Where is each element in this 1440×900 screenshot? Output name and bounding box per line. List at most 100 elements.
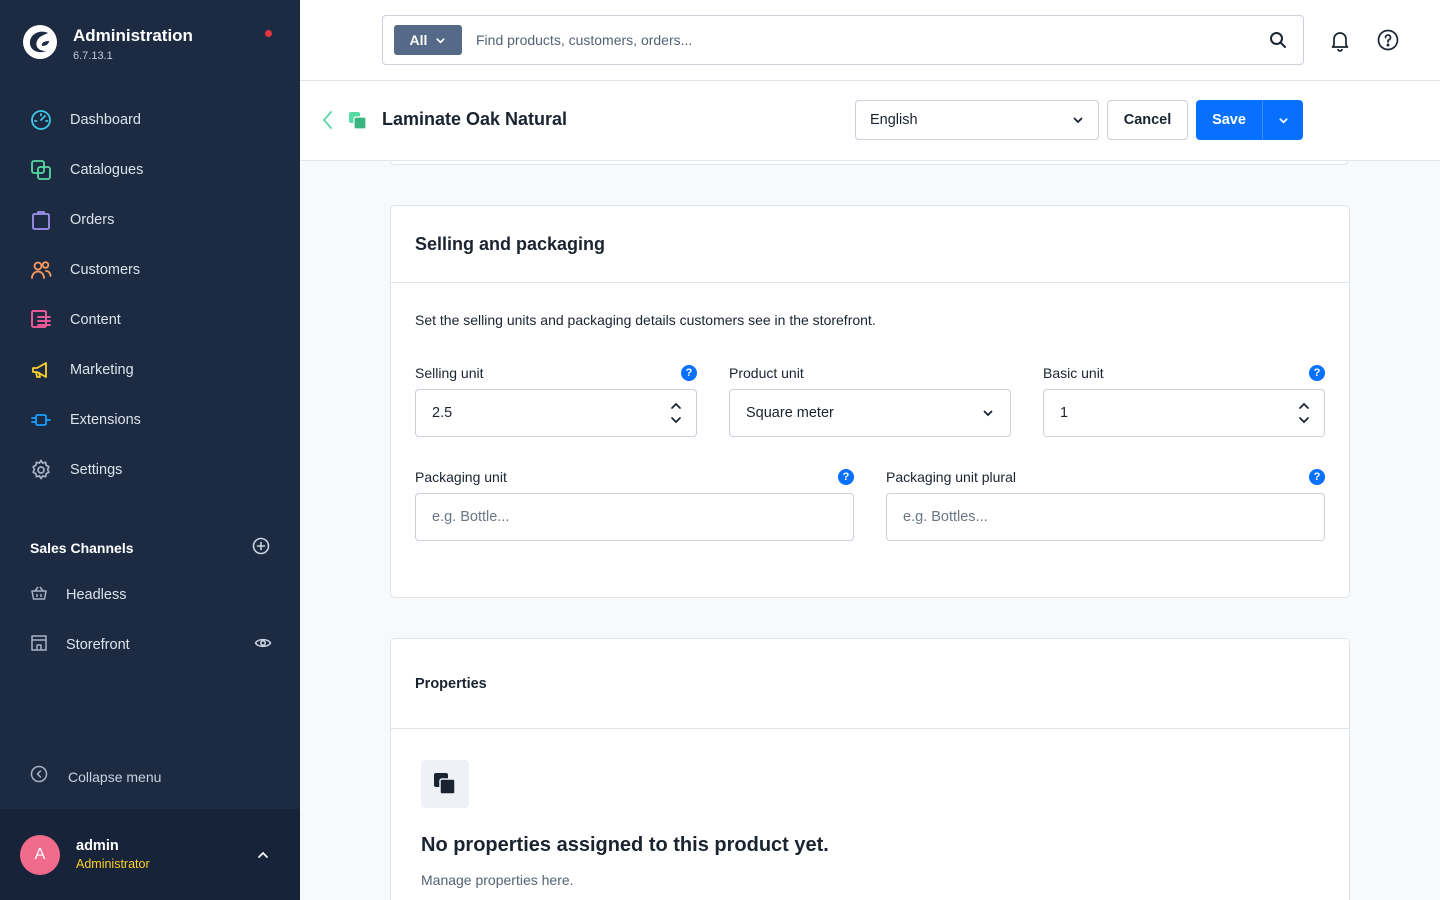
search-input[interactable] [476,32,1253,48]
card-title: Properties [415,675,487,692]
chevron-up-icon[interactable] [248,848,278,862]
save-button-group: Save [1196,100,1303,140]
add-sales-channel-icon[interactable] [252,537,270,560]
dashboard-icon [30,109,52,131]
help-icon[interactable]: ? [1309,365,1325,381]
properties-empty-icon [421,760,469,808]
chevron-down-icon [436,37,445,44]
shopware-logo-icon [23,25,57,59]
sales-channel-headless[interactable]: Headless [30,582,272,608]
field-label: Packaging unit [415,469,507,485]
content-icon [30,309,52,331]
storefront-icon [30,634,48,657]
field-label: Packaging unit plural [886,469,1016,485]
sidebar-item-label: Orders [70,212,115,228]
chevron-down-icon [966,407,1010,419]
back-arrow-icon[interactable] [320,109,336,136]
help-icon[interactable]: ? [681,365,697,381]
user-name: admin [76,838,119,854]
field-label: Basic unit [1043,365,1104,381]
sidebar-item-marketing[interactable]: Marketing [0,345,300,395]
shopping-bag-icon [30,209,52,231]
selling-unit-value[interactable] [432,405,656,421]
sidebar-item-content[interactable]: Content [0,295,300,345]
chevron-left-circle-icon [30,765,48,788]
sidebar: Administration 6.7.13.1 Dashboard Catalo… [0,0,300,900]
user-menu[interactable]: A admin Administrator [0,809,300,900]
sidebar-item-customers[interactable]: Customers [0,245,300,295]
language-switch[interactable]: English [855,100,1099,140]
product-unit-select[interactable]: Square meter [729,389,1011,437]
sidebar-item-label: Marketing [70,362,134,378]
basket-icon [30,584,48,607]
sidebar-item-catalogues[interactable]: Catalogues [0,145,300,195]
sidebar-item-extensions[interactable]: Extensions [0,395,300,445]
notification-bell-icon[interactable] [1326,26,1354,54]
sidebar-item-label: Dashboard [70,112,141,128]
chevron-down-icon [1073,117,1083,124]
selling-unit-field: Selling unit ? [415,363,697,437]
selling-unit-input[interactable] [415,389,697,437]
sidebar-item-orders[interactable]: Orders [0,195,300,245]
product-icon [348,111,368,136]
basic-unit-value[interactable] [1060,405,1284,421]
packaging-unit-field: Packaging unit ? [415,467,854,541]
search-type-select[interactable]: All [394,25,462,55]
field-label: Selling unit [415,365,484,381]
help-icon[interactable]: ? [1309,469,1325,485]
sidebar-item-label: Customers [70,262,141,278]
app-version: 6.7.13.1 [73,50,113,62]
card-title: Selling and packaging [415,233,606,254]
packaging-unit-plural-field: Packaging unit plural ? [886,467,1325,541]
page-title: Laminate Oak Natural [382,109,568,129]
chevron-down-icon[interactable] [1298,416,1310,424]
sidebar-item-settings[interactable]: Settings [0,445,300,495]
help-icon[interactable] [1374,26,1402,54]
packaging-unit-plural-value[interactable] [903,509,1324,525]
collapse-menu-label: Collapse menu [68,768,162,785]
sales-channels-title: Sales Channels [30,540,134,556]
chevron-down-icon[interactable] [670,416,682,424]
notification-dot [265,30,272,37]
user-role: Administrator [76,857,150,871]
sidebar-item-label: Settings [70,462,123,478]
eye-icon[interactable] [254,634,272,657]
gear-icon [30,459,52,481]
language-value: English [870,112,918,128]
cancel-button[interactable]: Cancel [1107,100,1188,140]
sidebar-item-dashboard[interactable]: Dashboard [0,95,300,145]
packaging-unit-input[interactable] [415,493,854,541]
packaging-unit-value[interactable] [432,509,853,525]
chevron-up-icon[interactable] [1298,402,1310,410]
sidebar-item-label: Extensions [70,412,141,428]
sales-channel-storefront[interactable]: Storefront [30,632,272,658]
product-unit-value: Square meter [746,405,834,421]
help-icon[interactable]: ? [838,469,854,485]
search-icon[interactable] [1253,16,1303,64]
sidebar-item-label: Catalogues [70,162,144,178]
number-stepper[interactable] [656,390,696,436]
field-label: Product unit [729,365,804,381]
catalogue-icon [30,159,52,181]
basic-unit-input[interactable] [1043,389,1325,437]
properties-card: Properties No properties assigned to thi… [390,638,1350,900]
sales-channels-header: Sales Channels [30,537,270,559]
main-nav: Dashboard Catalogues Orders Customers Co… [0,95,300,495]
number-stepper[interactable] [1284,390,1324,436]
sales-channel-label: Headless [66,587,127,603]
smart-bar: Laminate Oak Natural English Cancel Save [300,81,1440,161]
main-content: Selling and packaging Set the selling un… [300,161,1440,900]
chevron-up-icon[interactable] [670,402,682,410]
app-title: Administration [73,26,193,45]
save-button[interactable]: Save [1196,100,1263,140]
users-icon [30,259,52,281]
brand[interactable]: Administration 6.7.13.1 [22,24,193,62]
collapse-menu-button[interactable]: Collapse menu [30,765,161,788]
save-options-button[interactable] [1263,100,1303,140]
top-bar: All [300,0,1440,81]
avatar: A [20,834,60,875]
sales-channel-label: Storefront [66,637,130,653]
plug-icon [30,409,52,431]
search-type-label: All [409,32,428,48]
packaging-unit-plural-input[interactable] [886,493,1325,541]
